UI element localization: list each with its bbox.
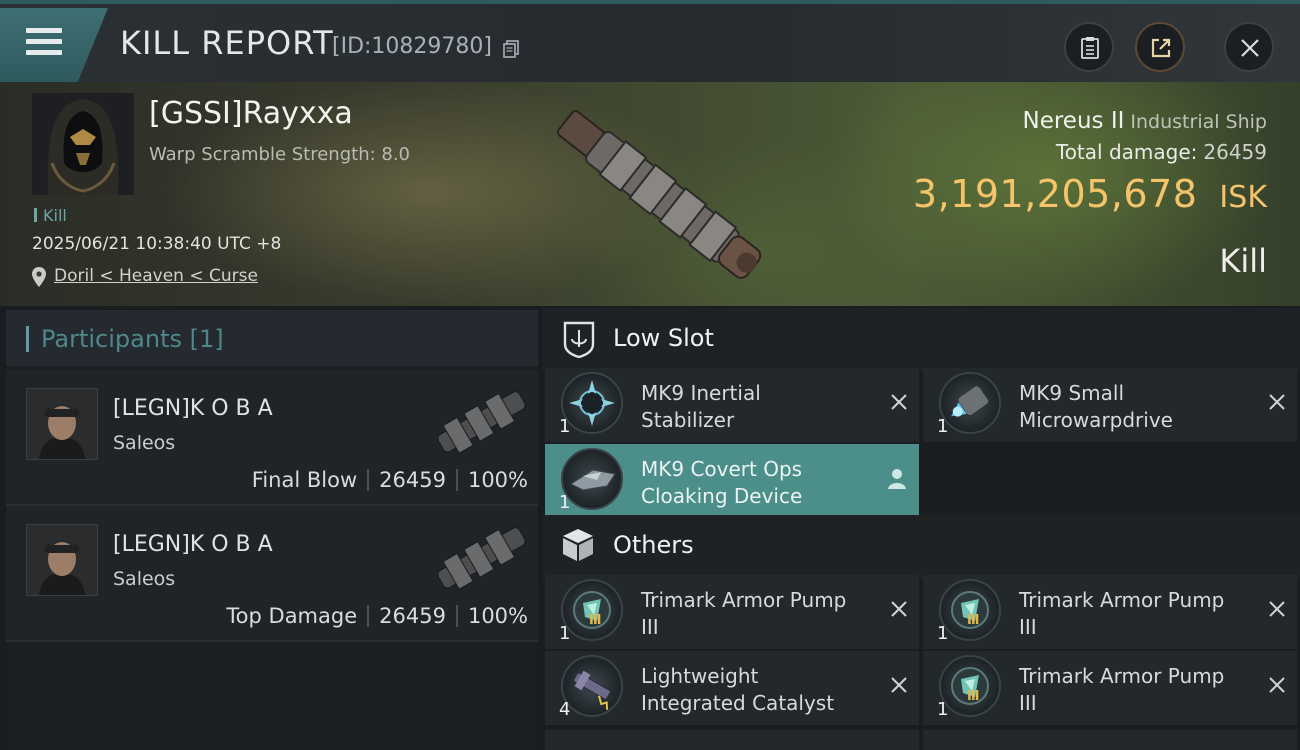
participant-percent: 100% (467, 604, 528, 628)
others-header: Others (543, 515, 1300, 579)
module-item[interactable]: III 1 Trimark Armor Pump III (923, 651, 1297, 725)
participant-role: Final Blow (251, 468, 358, 492)
total-damage: Total damage: 26459 (1056, 140, 1267, 164)
others-title: Others (613, 531, 694, 559)
avatar[interactable] (26, 524, 98, 596)
participants-panel: Participants [1] [LEGN]K O B A Saleos Fi (6, 310, 538, 750)
destroyed-x-icon (891, 394, 907, 410)
destroyed-x-icon (1269, 677, 1285, 693)
tech-level-badge: III (967, 689, 979, 704)
participant-name[interactable]: [LEGN]K O B A (113, 532, 273, 557)
destroyed-x-icon (1269, 394, 1285, 410)
close-icon (1241, 39, 1259, 57)
kill-datetime: 2025/06/21 10:38:40 UTC +8 (32, 234, 282, 254)
kill-location[interactable]: Doril < Heaven < Curse (32, 266, 258, 287)
total-damage-value: 26459 (1203, 140, 1267, 164)
participants-count: [1] (189, 325, 224, 353)
module-item[interactable]: 1 MK9 Small Microwarpdrive (923, 368, 1297, 442)
pilot-avatar-icon (27, 389, 97, 459)
module-quantity: 1 (937, 416, 949, 437)
participant-stats: Top Damage 26459 100% (226, 604, 528, 628)
total-damage-label: Total damage: (1055, 140, 1198, 164)
menu-button[interactable] (0, 8, 108, 82)
module-quantity: 1 (559, 416, 571, 437)
participant-role: Top Damage (226, 604, 358, 628)
participant-ship: Saleos (113, 432, 176, 454)
kill-id: [ID:10829780] (332, 34, 492, 59)
participant-row[interactable]: [LEGN]K O B A Saleos Final Blow 26459 100% (6, 370, 538, 506)
module-item[interactable]: III 1 Trimark Armor Pump III (545, 575, 919, 649)
module-name: Trimark Armor Pump III (1019, 664, 1225, 715)
destroyed-x-icon (891, 601, 907, 617)
avatar[interactable] (26, 388, 98, 460)
module-quantity: 4 (559, 699, 571, 720)
low-slot-title: Low Slot (613, 324, 714, 352)
participants-title: Participants [1] (41, 325, 224, 353)
hooded-pilot-avatar-icon (32, 93, 134, 195)
isk-unit: ISK (1219, 180, 1267, 215)
victim-ship-model (556, 109, 762, 279)
report-button[interactable] (1064, 22, 1114, 72)
victim-name[interactable]: [GSSI]Rayxxa (149, 96, 353, 131)
pilot-avatar-icon (27, 525, 97, 595)
victim-portrait[interactable] (32, 93, 134, 195)
module-item-active[interactable]: 1 MK9 Covert Ops Cloaking Device (545, 444, 919, 518)
module-quantity: 1 (559, 623, 571, 644)
ship-info: Nereus II Industrial Ship (1023, 108, 1268, 134)
module-name: MK9 Small Microwarpdrive (1019, 381, 1173, 432)
ship-class: Industrial Ship (1130, 111, 1267, 133)
participant-ship-icon (436, 526, 527, 590)
module-item[interactable]: 1 MK9 Inertial Stabilizer (545, 368, 919, 442)
module-name: MK9 Inertial Stabilizer (641, 381, 761, 432)
victim-banner: [GSSI]Rayxxa Warp Scramble Strength: 8.0… (0, 82, 1300, 306)
top-bar: KILL REPORT [ID:10829780] (0, 0, 1300, 82)
page-title: KILL REPORT (120, 24, 334, 62)
participant-row[interactable]: [LEGN]K O B A Saleos Top Damage 26459 100% (6, 506, 538, 642)
module-name: Lightweight Integrated Catalyst (641, 664, 835, 715)
kill-tag: Kill (34, 206, 67, 225)
warp-scramble-strength: Warp Scramble Strength: 8.0 (149, 144, 411, 165)
participant-percent: 100% (467, 468, 528, 492)
hamburger-menu-icon (26, 28, 62, 56)
isk-value-line: 3,191,205,678 ISK (913, 172, 1267, 216)
module-name: Trimark Armor Pump III (641, 588, 847, 639)
participant-ship-icon (436, 390, 527, 454)
module-quantity: 1 (559, 492, 571, 513)
kill-tag-label: Kill (43, 206, 67, 225)
kill-result: Kill (1219, 242, 1267, 280)
close-button[interactable] (1224, 22, 1274, 72)
destroyed-x-icon (891, 677, 907, 693)
share-button[interactable] (1135, 22, 1185, 72)
participant-damage: 26459 (379, 468, 446, 492)
location-pin-icon (32, 267, 46, 287)
copy-icon[interactable] (503, 40, 519, 58)
cargo-box-icon (563, 529, 593, 561)
isk-value: 3,191,205,678 (912, 172, 1198, 216)
participant-damage: 26459 (379, 604, 446, 628)
ship-name[interactable]: Nereus II (1023, 108, 1125, 134)
person-icon (888, 469, 906, 489)
tech-level-badge: III (967, 613, 979, 628)
module-quantity: 1 (937, 699, 949, 720)
clipboard-icon (1081, 37, 1099, 59)
share-icon (1151, 38, 1171, 58)
participant-stats: Final Blow 26459 100% (252, 468, 528, 492)
low-slot-icon (563, 321, 595, 358)
module-name: Trimark Armor Pump III (1019, 588, 1225, 639)
destroyed-x-icon (1269, 601, 1285, 617)
low-slot-header: Low Slot (543, 308, 1300, 372)
module-item-partial[interactable] (923, 730, 1297, 750)
participant-ship: Saleos (113, 568, 176, 590)
module-item-partial[interactable] (545, 730, 919, 750)
location-link[interactable]: Doril < Heaven < Curse (54, 266, 258, 286)
module-item[interactable]: III 1 Trimark Armor Pump III (923, 575, 1297, 649)
module-quantity: 1 (937, 623, 949, 644)
module-item[interactable]: 4 Lightweight Integrated Catalyst (545, 651, 919, 725)
tech-level-badge: III (589, 613, 601, 628)
participant-name[interactable]: [LEGN]K O B A (113, 396, 273, 421)
module-name: MK9 Covert Ops Cloaking Device (641, 457, 803, 508)
participants-header: Participants [1] (6, 310, 538, 366)
